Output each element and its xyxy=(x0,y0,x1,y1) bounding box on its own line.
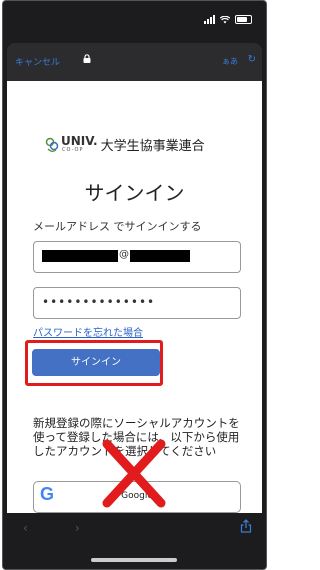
back-icon[interactable]: ‹ xyxy=(23,521,28,535)
share-icon[interactable] xyxy=(240,519,252,533)
page-title: サインイン xyxy=(84,181,185,205)
logo: UNIV. CO-OP 大学生協事業連合 xyxy=(45,135,205,154)
status-icons xyxy=(204,15,252,24)
reload-icon[interactable]: ↻ xyxy=(248,54,256,65)
phone-frame: キャンセル ぁあ ↻ UNIV. CO-OP 大学生協事業連合 サインイン メー… xyxy=(2,0,267,570)
red-cross-icon xyxy=(102,439,166,508)
status-bar xyxy=(3,1,266,41)
home-indicator xyxy=(91,558,177,562)
coop-text: CO-OP xyxy=(62,147,84,153)
signin-button[interactable]: サインイン xyxy=(32,349,160,376)
lock-icon xyxy=(83,54,91,63)
univ-coop-wordmark: UNIV. CO-OP xyxy=(61,134,98,153)
email-field[interactable]: @ xyxy=(33,241,241,273)
redaction-bar xyxy=(42,250,118,262)
redaction-bar xyxy=(130,250,190,262)
password-value: •••••••••••••• xyxy=(42,295,156,309)
forgot-password-link[interactable]: パスワードを忘れた場合 xyxy=(33,324,143,339)
forward-icon[interactable]: › xyxy=(75,521,80,535)
signal-icon xyxy=(204,15,215,24)
signin-page: UNIV. CO-OP 大学生協事業連合 サインイン メールアドレス でサインイ… xyxy=(7,81,262,513)
battery-icon xyxy=(235,15,252,24)
text-size-button[interactable]: ぁあ xyxy=(222,56,238,67)
email-at-sign: @ xyxy=(119,249,129,260)
org-name: 大学生協事業連合 xyxy=(100,139,205,154)
univ-text: UNIV. xyxy=(61,134,98,148)
password-field[interactable]: •••••••••••••• xyxy=(33,287,241,319)
coop-logo-icon xyxy=(45,137,59,152)
signin-subtitle: メールアドレス でサインインする xyxy=(33,220,202,233)
browser-toolbar: ‹ › xyxy=(3,513,266,569)
browser-header: キャンセル ぁあ ↻ xyxy=(7,43,262,81)
cancel-button[interactable]: キャンセル xyxy=(15,55,60,68)
wifi-icon xyxy=(220,15,230,23)
